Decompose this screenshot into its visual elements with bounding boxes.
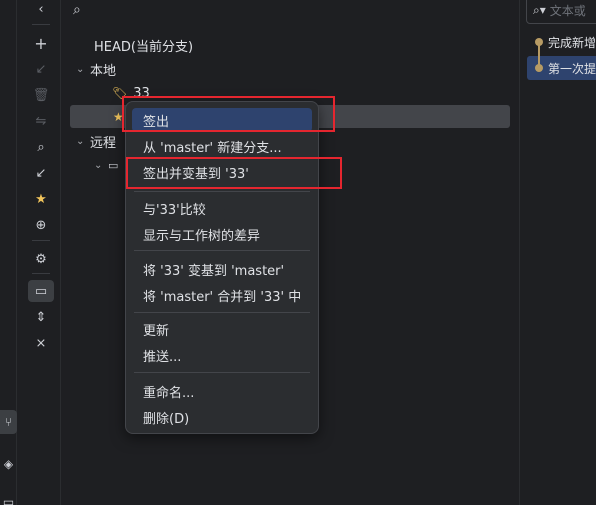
toolbar-separator bbox=[32, 24, 50, 25]
branch-context-menu: 签出 从 'master' 新建分支... 签出并变基到 '33' 与'33'比… bbox=[125, 101, 319, 434]
branches-toolbar: ‹ + ↙ 🗑 ⇋ ⌕ ↙ ★ ⊕ ⚙ ▭ ⇕ ⨯ bbox=[26, 0, 60, 505]
expand-all-icon[interactable]: ⇕ bbox=[28, 306, 54, 328]
menu-item-compare[interactable]: 与'33'比较 bbox=[132, 196, 312, 220]
update-icon: ↙ bbox=[35, 61, 47, 77]
search-icon[interactable]: ⌕ bbox=[28, 136, 54, 158]
commit-icon[interactable]: ◈ bbox=[0, 452, 17, 476]
search-filter-icon: ⌕▾ bbox=[533, 2, 546, 17]
collapse-all-icon[interactable]: ⨯ bbox=[28, 332, 54, 354]
toolbar-separator bbox=[32, 273, 50, 274]
terminal-icon[interactable]: ▭ bbox=[0, 490, 17, 505]
tree-search-icon[interactable]: ⌕ bbox=[73, 2, 81, 18]
branch-icon[interactable]: ⑂ bbox=[0, 410, 17, 434]
menu-separator bbox=[134, 372, 310, 373]
menu-item-rename[interactable]: 重命名... bbox=[132, 379, 312, 403]
commit-message[interactable]: 第一次提 bbox=[548, 60, 596, 77]
toolbar-separator bbox=[32, 240, 50, 241]
add-icon[interactable]: + bbox=[28, 32, 54, 54]
head-label: HEAD(当前分支) bbox=[94, 39, 194, 55]
panel-divider bbox=[60, 0, 61, 505]
menu-separator bbox=[134, 312, 310, 313]
local-label: 本地 bbox=[90, 63, 117, 79]
annotation-box-checkout-rebase bbox=[126, 157, 342, 189]
commit-search-input[interactable]: ⌕▾ 文本或 bbox=[526, 0, 596, 24]
commit-search-placeholder: 文本或 bbox=[549, 3, 586, 18]
activity-bar: ⑂ ◈ ▭ bbox=[0, 0, 17, 505]
menu-item-push[interactable]: 推送... bbox=[132, 343, 312, 367]
menu-item-update[interactable]: 更新 bbox=[132, 317, 312, 341]
tree-head-item[interactable]: HEAD(当前分支) bbox=[94, 34, 193, 56]
commit-node bbox=[535, 38, 543, 46]
commit-message[interactable]: 完成新增 bbox=[548, 34, 596, 51]
settings-icon[interactable]: ⚙ bbox=[28, 248, 54, 270]
menu-item-show-diff[interactable]: 显示与工作树的差异 bbox=[132, 222, 312, 246]
chevron-down-icon[interactable]: ⌄ bbox=[76, 136, 90, 147]
folder-icon: ▭ bbox=[108, 158, 119, 172]
favorite-star-icon[interactable]: ★ bbox=[28, 188, 54, 210]
menu-item-new-branch[interactable]: 从 'master' 新建分支... bbox=[132, 134, 312, 158]
remote-label: 远程 bbox=[90, 135, 117, 151]
tree-local-node[interactable]: ⌄ 本地 bbox=[76, 58, 116, 80]
menu-separator bbox=[134, 191, 310, 192]
menu-item-delete[interactable]: 删除(D) bbox=[132, 405, 312, 429]
tree-remote-node[interactable]: ⌄ 远程 bbox=[76, 130, 116, 152]
chevron-down-icon[interactable]: ⌄ bbox=[76, 64, 90, 75]
annotation-box-checkout bbox=[122, 96, 335, 132]
delete-icon: 🗑 bbox=[32, 87, 50, 103]
locate-icon[interactable]: ⊕ bbox=[28, 214, 54, 236]
tree-remote-folder[interactable]: ⌄ ▭ bbox=[94, 154, 118, 176]
menu-item-merge[interactable]: 将 'master' 合并到 '33' 中 bbox=[132, 283, 312, 307]
chevron-down-icon[interactable]: ⌄ bbox=[94, 160, 108, 171]
compare-icon: ⇋ bbox=[35, 113, 47, 129]
menu-separator bbox=[134, 250, 310, 251]
fetch-icon[interactable]: ↙ bbox=[28, 162, 54, 184]
collapse-left-icon[interactable]: ‹ bbox=[28, 0, 54, 20]
commit-node bbox=[535, 64, 543, 72]
menu-item-rebase[interactable]: 将 '33' 变基到 'master' bbox=[132, 257, 312, 281]
panel-divider bbox=[519, 0, 520, 505]
group-by-directory-icon[interactable]: ▭ bbox=[28, 280, 54, 302]
